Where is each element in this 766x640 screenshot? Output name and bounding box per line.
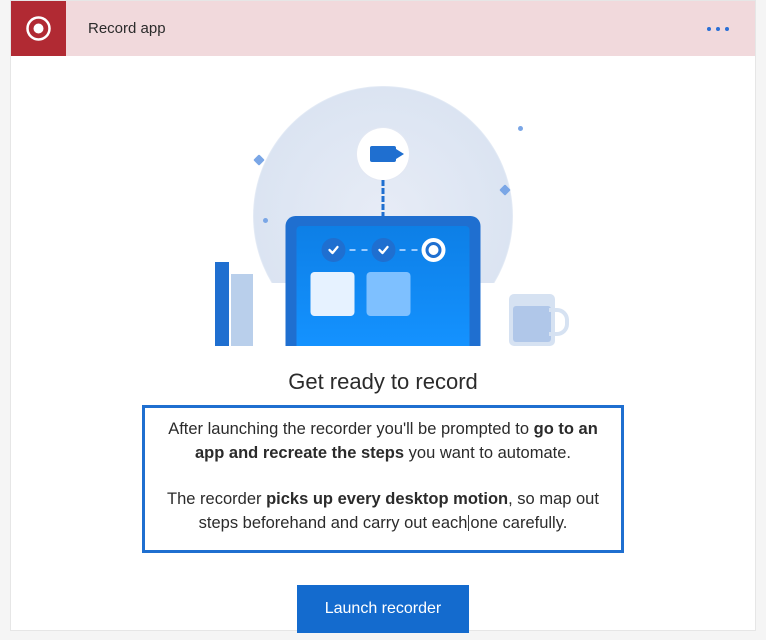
heading: Get ready to record <box>11 369 755 395</box>
camera-icon <box>357 128 409 180</box>
record-icon <box>11 1 66 56</box>
more-options-button[interactable] <box>701 1 735 56</box>
record-app-card: Record app <box>10 0 756 631</box>
card-body: Get ready to record After launching the … <box>11 56 755 633</box>
card-title: Record app <box>88 20 166 37</box>
instruction-box: After launching the recorder you'll be p… <box>142 405 624 553</box>
card-header: Record app <box>11 1 755 56</box>
recorder-illustration <box>203 106 563 346</box>
instruction-paragraph-2: The recorder picks up every desktop moti… <box>153 488 613 536</box>
instruction-paragraph-1: After launching the recorder you'll be p… <box>153 418 613 466</box>
launch-recorder-button[interactable]: Launch recorder <box>297 585 470 633</box>
